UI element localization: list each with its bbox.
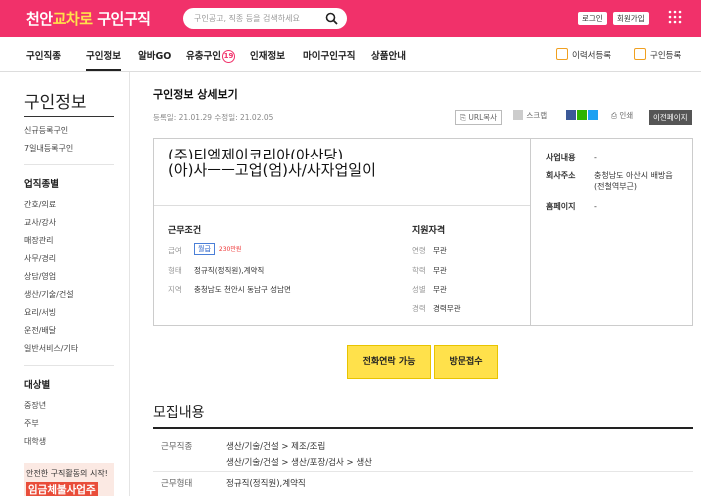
work-type: 정규직(정직원),계약직: [226, 479, 306, 489]
nav-item-talent-info[interactable]: 인재정보: [250, 48, 285, 62]
sidebar-item-category[interactable]: 간호/의료: [24, 199, 56, 210]
recruit-section-title: 모집내용: [153, 405, 205, 421]
sidebar-item-category[interactable]: 교사/강사: [24, 217, 56, 228]
search-icon[interactable]: [325, 12, 338, 25]
band-icon[interactable]: [577, 110, 587, 120]
job-summary-card: (주)티엠제이코리아(아산당) (아)사ㅡㅡ고업(엄)사/사자업일이 근무조건 …: [153, 138, 693, 326]
education-requirement: 무관: [433, 266, 447, 275]
resume-register-link[interactable]: 이력서등록: [556, 48, 611, 61]
post-icon: [634, 48, 646, 60]
document-icon: [556, 48, 568, 60]
sidebar-section-jobs: 업직종별: [24, 179, 59, 190]
sidebar-item-category[interactable]: 요리/서빙: [24, 307, 56, 318]
qualifications-heading: 지원자격: [412, 226, 446, 236]
nav-item-job-info[interactable]: 구인정보: [86, 48, 121, 71]
job-field-2: 생산/기술/건설 > 생산/포장/검사 > 생산: [226, 458, 372, 468]
url-copy-button[interactable]: ⎘ URL복사: [455, 110, 503, 125]
company-name: (주)티엠제이코리아(아산당) (아)사ㅡㅡ고업(엄)사/사자업일이: [168, 147, 376, 179]
nav-item-albago[interactable]: 알바GO: [138, 48, 171, 62]
facebook-icon[interactable]: [566, 110, 576, 120]
wage-arrears-banner[interactable]: 안전한 구직활동의 시작! 임금체불사업주: [24, 463, 114, 496]
search-placeholder: 구인공고, 직종 등을 검색하세요: [194, 14, 300, 23]
top-header: 천안교차로 구인구직 구인공고, 직종 등을 검색하세요 로그인 회원가입: [0, 0, 701, 37]
sidebar-item-category[interactable]: 상담/영업: [24, 271, 56, 282]
phone-contact-button[interactable]: 전화연락 가능: [347, 345, 431, 379]
prev-page-button[interactable]: 이전페이지: [649, 110, 692, 125]
search-input[interactable]: 구인공고, 직종 등을 검색하세요: [183, 8, 347, 29]
nav-item-my-page[interactable]: 마이구인구직: [303, 48, 355, 62]
sidebar-item-new[interactable]: 신규등록구인: [24, 125, 68, 136]
career-requirement: 경력무관: [433, 304, 461, 313]
sidebar: 구인정보 신규등록구인 7일내등록구인 업직종별 간호/의료 교사/강사 매장관…: [0, 72, 130, 496]
job-register-link[interactable]: 구인등록: [634, 48, 681, 61]
work-area: 충청남도 천안시 동남구 성남면: [194, 285, 291, 294]
homepage: -: [594, 202, 597, 211]
main-nav: 구인직종 구인정보 알바GO 유충구인 19 인재정보 마이구인구직 상품안내 이…: [0, 37, 701, 72]
page-title: 구인정보 상세보기: [153, 88, 238, 101]
pay-value: 월급 230만원: [194, 243, 241, 255]
pay-type-tag: 월급: [194, 243, 215, 255]
age-19-badge: 19: [221, 50, 235, 63]
row-separator: [153, 471, 693, 472]
share-buttons[interactable]: [566, 110, 599, 120]
printer-icon: ⎙: [611, 111, 617, 120]
gender-requirement: 무관: [433, 285, 447, 294]
checkbox-icon: [513, 110, 523, 120]
visit-apply-button[interactable]: 방문접수: [434, 345, 498, 379]
sidebar-item-category[interactable]: 매장관리: [24, 235, 53, 246]
post-dates: 등록일: 21.01.29 수정일: 21.02.05: [153, 113, 274, 122]
link-icon: ⎘: [460, 113, 466, 122]
sidebar-item-7days[interactable]: 7일내등록구인: [24, 143, 73, 154]
employment-type: 정규직(정직원),계약직: [194, 266, 265, 275]
nav-item-products[interactable]: 상품안내: [371, 48, 406, 62]
signup-button[interactable]: 회원가입: [613, 12, 649, 25]
sidebar-item-target[interactable]: 중장년: [24, 400, 46, 411]
recruit-divider: [153, 427, 693, 429]
sidebar-divider: [24, 116, 114, 117]
nav-item-paid-jobs[interactable]: 유충구인 19: [186, 48, 235, 63]
conditions-heading: 근무조건: [168, 226, 202, 236]
job-field-1: 생산/기술/건설 > 제조/조립: [226, 442, 326, 452]
site-logo[interactable]: 천안교차로 구인구직: [26, 8, 151, 29]
sidebar-separator: [24, 365, 114, 366]
sidebar-section-targets: 대상별: [24, 380, 51, 391]
age-requirement: 무관: [433, 246, 447, 255]
company-address: 충청남도 아산시 배방읍 (전철역부근): [594, 171, 673, 191]
sidebar-item-category[interactable]: 생산/기술/건설: [24, 289, 74, 300]
sidebar-separator: [24, 164, 114, 165]
menu-grid-icon[interactable]: [668, 10, 682, 24]
login-button[interactable]: 로그인: [578, 12, 607, 25]
twitter-icon[interactable]: [588, 110, 598, 120]
sidebar-item-target[interactable]: 주부: [24, 418, 39, 429]
sidebar-item-category[interactable]: 일반서비스/기타: [24, 343, 78, 354]
scrap-button[interactable]: 스크랩: [513, 110, 547, 121]
print-button[interactable]: ⎙ 인쇄: [611, 110, 633, 121]
card-divider: [154, 205, 530, 206]
sidebar-item-target[interactable]: 대학생: [24, 436, 46, 447]
nav-item-job-category[interactable]: 구인직종: [26, 48, 61, 62]
card-column-divider: [530, 139, 531, 325]
business-content: -: [594, 153, 597, 162]
sidebar-item-category[interactable]: 운전/배달: [24, 325, 56, 336]
sidebar-title: 구인정보: [24, 93, 87, 113]
sidebar-item-category[interactable]: 사무/경리: [24, 253, 56, 264]
